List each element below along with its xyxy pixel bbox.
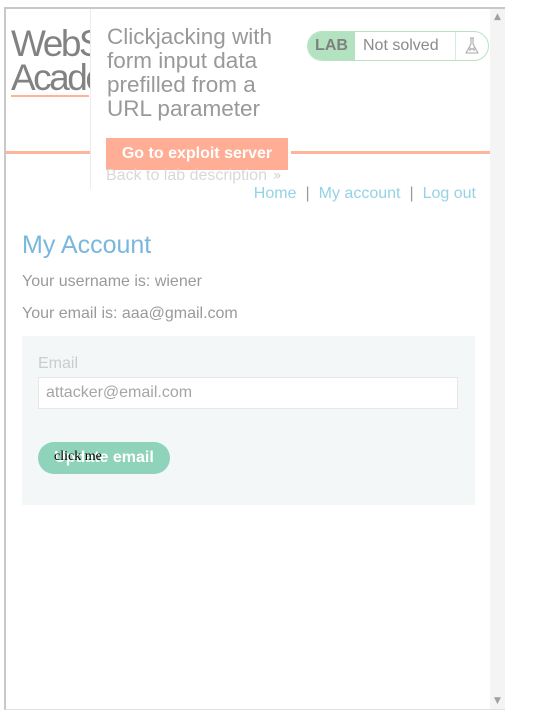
nav-my-account-link[interactable]: My account bbox=[319, 185, 401, 202]
username-text: Your username is: wiener bbox=[22, 273, 202, 290]
scroll-up-arrow-icon[interactable]: ▲ bbox=[493, 12, 502, 22]
back-link-label: Back to lab description bbox=[106, 167, 267, 184]
nav-logout-link[interactable]: Log out bbox=[423, 185, 476, 202]
email-input[interactable] bbox=[38, 377, 458, 409]
page-title: My Account bbox=[22, 231, 152, 259]
email-label: Email bbox=[38, 355, 79, 372]
change-email-form: Email Update email bbox=[22, 336, 475, 505]
iframe-viewport: WebS Acade Clickjacking with form input … bbox=[6, 9, 492, 709]
update-email-button[interactable]: Update email bbox=[38, 442, 170, 474]
logo-line-1: WebS bbox=[11, 27, 91, 64]
go-to-exploit-server-button[interactable]: Go to exploit server bbox=[106, 138, 288, 170]
back-to-lab-description-link[interactable]: Back to lab description » bbox=[106, 167, 282, 185]
lab-status-text: Not solved bbox=[355, 32, 456, 60]
nav-separator: | bbox=[305, 185, 310, 202]
flask-icon bbox=[456, 32, 488, 60]
lab-title: Clickjacking with form input data prefil… bbox=[107, 24, 273, 121]
lab-badge: LAB bbox=[308, 32, 355, 60]
email-text: Your email is: aaa@gmail.com bbox=[22, 305, 238, 322]
nav-separator: | bbox=[409, 185, 414, 202]
iframe-frame: WebS Acade Clickjacking with form input … bbox=[4, 7, 505, 710]
nav-home-link[interactable]: Home bbox=[254, 185, 297, 202]
vertical-scrollbar[interactable]: ▲ ▼ bbox=[490, 9, 505, 709]
lab-status-widget: LAB Not solved bbox=[307, 31, 489, 61]
scroll-down-arrow-icon[interactable]: ▼ bbox=[493, 696, 502, 706]
double-chevron-right-icon: » bbox=[272, 168, 282, 184]
top-navigation: Home | My account | Log out bbox=[254, 185, 476, 203]
logo-line-2: Acade bbox=[11, 57, 91, 97]
logo-underline bbox=[11, 95, 89, 97]
academy-logo[interactable]: WebS Acade bbox=[11, 27, 91, 97]
